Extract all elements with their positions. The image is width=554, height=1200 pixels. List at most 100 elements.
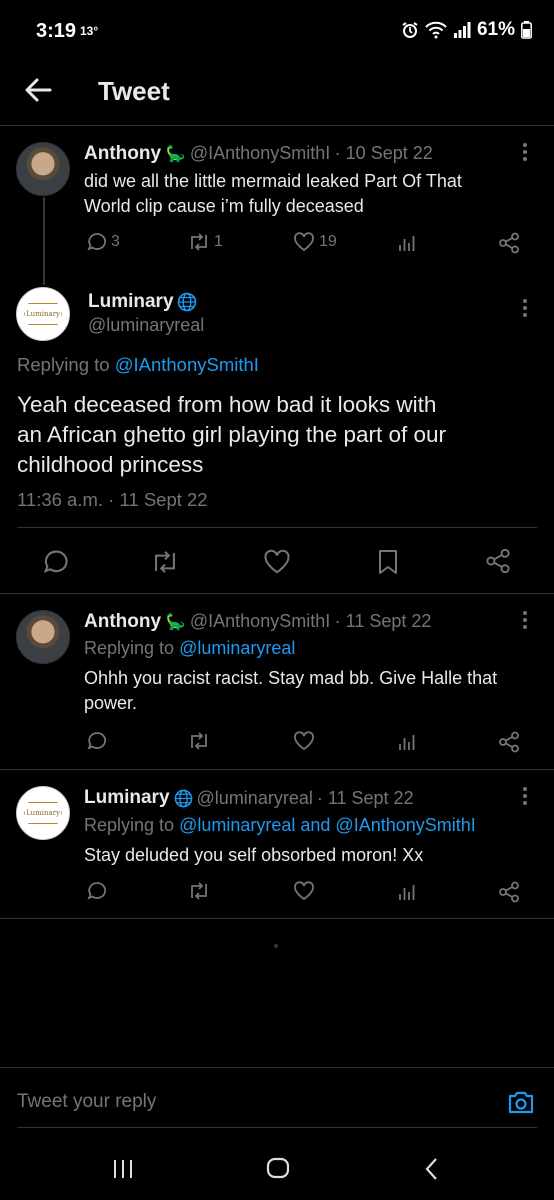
author-name[interactable]: Luminary <box>88 291 174 313</box>
more-vertical-icon <box>523 787 527 805</box>
share-button[interactable] <box>498 731 520 753</box>
status-temperature: 13° <box>80 24 99 38</box>
reply-button[interactable] <box>43 549 69 575</box>
like-button[interactable] <box>263 549 291 575</box>
analytics-button[interactable] <box>397 732 417 752</box>
dinosaur-icon: 🦕 <box>165 614 186 631</box>
author-name[interactable]: Anthony <box>84 611 161 632</box>
divider <box>17 527 537 528</box>
avatar[interactable]: Luminary <box>16 287 70 341</box>
reply-button[interactable]: 3 <box>87 232 120 252</box>
author-handle[interactable]: @luminaryreal <box>88 315 204 336</box>
replying-to: Replying to @IAnthonySmithI <box>17 354 259 376</box>
tweet-text-line: childhood princess <box>17 452 204 477</box>
share-icon <box>499 232 519 254</box>
status-icons: 61% <box>401 19 532 41</box>
header-divider <box>0 125 554 126</box>
thread-line <box>43 197 45 285</box>
arrow-left-icon <box>25 78 52 102</box>
tweet-text-line: Ohhh you racist racist. Stay mad bb. Giv… <box>84 668 498 688</box>
retweet-button[interactable]: 1 <box>188 232 223 252</box>
author-handle[interactable]: @IAnthonySmithI <box>190 611 330 631</box>
composer-underline <box>17 1127 537 1128</box>
avatar[interactable] <box>16 610 70 664</box>
analytics-button[interactable] <box>397 233 417 253</box>
loading-indicator <box>274 944 278 948</box>
more-options-button[interactable] <box>521 786 529 806</box>
like-button[interactable] <box>293 881 315 901</box>
tweet-timestamp: 11:36 a.m. · 11 Sept 22 <box>17 489 208 510</box>
analytics-icon <box>399 236 415 251</box>
replying-to: Replying to @luminaryreal and @IAnthonyS… <box>84 815 476 836</box>
replying-to: Replying to @luminaryreal <box>84 638 295 659</box>
avatar-logo: Luminary <box>24 303 62 325</box>
divider <box>0 769 554 770</box>
more-options-button[interactable] <box>521 142 529 162</box>
retweet-button[interactable] <box>151 549 179 575</box>
like-button[interactable]: 19 <box>293 232 337 252</box>
reply-icon <box>87 882 106 900</box>
reply-icon <box>87 732 106 750</box>
camera-button[interactable] <box>507 1089 535 1115</box>
battery-percent: 61% <box>476 19 515 40</box>
share-icon <box>499 881 519 903</box>
home-button[interactable] <box>266 1157 290 1179</box>
retweet-count: 1 <box>214 233 223 250</box>
author-handle[interactable]: @luminaryreal <box>197 788 313 809</box>
mention-link[interactable]: @luminaryreal <box>179 638 295 658</box>
tweet-date: · 11 Sept 22 <box>334 611 432 631</box>
tweet-text: Ohhh you racist racist. Stay mad bb. Giv… <box>84 666 497 716</box>
share-button[interactable] <box>498 881 520 903</box>
tweet-text: did we all the little mermaid leaked Par… <box>84 169 462 219</box>
tweet-text: Stay deluded you self obsorbed moron! Xx <box>84 843 423 868</box>
avatar[interactable]: Luminary <box>16 786 70 840</box>
author-name[interactable]: Luminary <box>84 787 170 809</box>
tweet-text-line: power. <box>84 693 138 713</box>
bookmark-icon <box>379 550 397 574</box>
retweet-button[interactable] <box>188 731 210 751</box>
author-handle[interactable]: @IAnthonySmithI <box>190 143 330 163</box>
tweet-author: Anthony 🦕 @IAnthonySmithI · 10 Sept 22 <box>84 143 433 165</box>
system-back-button[interactable] <box>424 1157 440 1181</box>
system-navigation-bar <box>0 1130 554 1200</box>
tweet-text-line: did we all the little mermaid leaked Par… <box>84 171 462 191</box>
reply-input[interactable]: Tweet your reply <box>17 1091 156 1113</box>
recent-apps-button[interactable] <box>112 1159 134 1179</box>
share-icon <box>486 548 510 574</box>
reply-icon <box>87 233 106 251</box>
tweet-author: Luminary @luminaryreal · 11 Sept 22 <box>84 787 414 809</box>
retweet-button[interactable] <box>188 881 210 901</box>
mention-link[interactable]: @IAnthonySmithI <box>115 354 259 375</box>
mention-link[interactable]: @luminaryreal and @IAnthonySmithI <box>179 815 476 835</box>
chevron-left-icon <box>425 1158 437 1180</box>
tweet-text-line: Stay deluded you self obsorbed moron! Xx <box>84 845 424 865</box>
tweet-text-line: an African ghetto girl playing the part … <box>17 422 447 447</box>
author-name[interactable]: Anthony <box>84 143 161 164</box>
more-vertical-icon <box>523 143 527 161</box>
retweet-icon <box>155 551 175 573</box>
retweet-icon <box>191 882 207 900</box>
composer-divider <box>0 1067 554 1068</box>
retweet-icon <box>191 732 207 750</box>
reply-button[interactable] <box>87 881 107 901</box>
more-options-button[interactable] <box>521 298 529 318</box>
replying-label: Replying to <box>84 815 175 835</box>
more-options-button[interactable] <box>521 610 529 630</box>
replying-label: Replying to <box>17 354 110 375</box>
share-icon <box>499 731 519 753</box>
avatar[interactable] <box>16 142 70 196</box>
share-button[interactable] <box>485 548 511 574</box>
back-button[interactable] <box>22 74 54 106</box>
like-button[interactable] <box>293 731 315 751</box>
home-icon <box>266 1157 290 1179</box>
wifi-icon <box>425 21 447 39</box>
reply-button[interactable] <box>87 731 107 751</box>
heart-icon <box>264 549 290 574</box>
tweet-text-line: Yeah deceased from how bad it looks with <box>17 392 437 417</box>
page-title: Tweet <box>98 76 170 106</box>
share-button[interactable] <box>498 232 520 254</box>
recents-icon <box>114 1160 132 1178</box>
analytics-button[interactable] <box>397 882 417 902</box>
battery-icon <box>521 21 532 39</box>
bookmark-button[interactable] <box>377 549 399 575</box>
